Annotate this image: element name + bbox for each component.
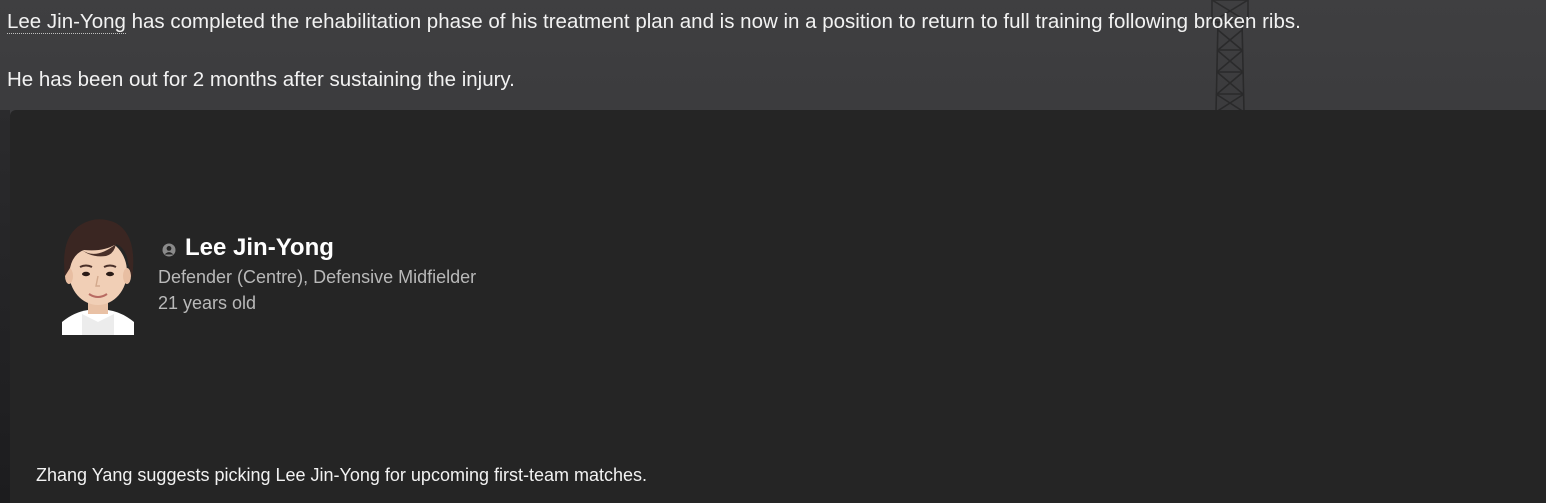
- news-text: has completed the rehabilitation phase o…: [125, 10, 1301, 33]
- news-second-line: He has been out for 2 months after susta…: [7, 68, 515, 91]
- news-body: Lee Jin-Yong has completed the rehabilit…: [7, 7, 1546, 94]
- player-card: Lee Jin-Yong Defender (Centre), Defensiv…: [10, 110, 1546, 503]
- player-name-link[interactable]: Lee Jin-Yong: [7, 10, 126, 34]
- staff-suggestion: Zhang Yang suggests picking Lee Jin-Yong…: [36, 465, 648, 485]
- person-icon: [162, 243, 176, 257]
- player-name-row: Lee Jin-Yong: [162, 234, 334, 262]
- player-name[interactable]: Lee Jin-Yong: [185, 234, 334, 262]
- background-edge: [0, 110, 10, 503]
- player-avatar[interactable]: [56, 214, 140, 335]
- news-first-line: Lee Jin-Yong has completed the rehabilit…: [7, 7, 1546, 36]
- player-positions: Defender (Centre), Defensive Midfielder: [158, 267, 477, 287]
- player-age: 21 years old: [158, 293, 257, 313]
